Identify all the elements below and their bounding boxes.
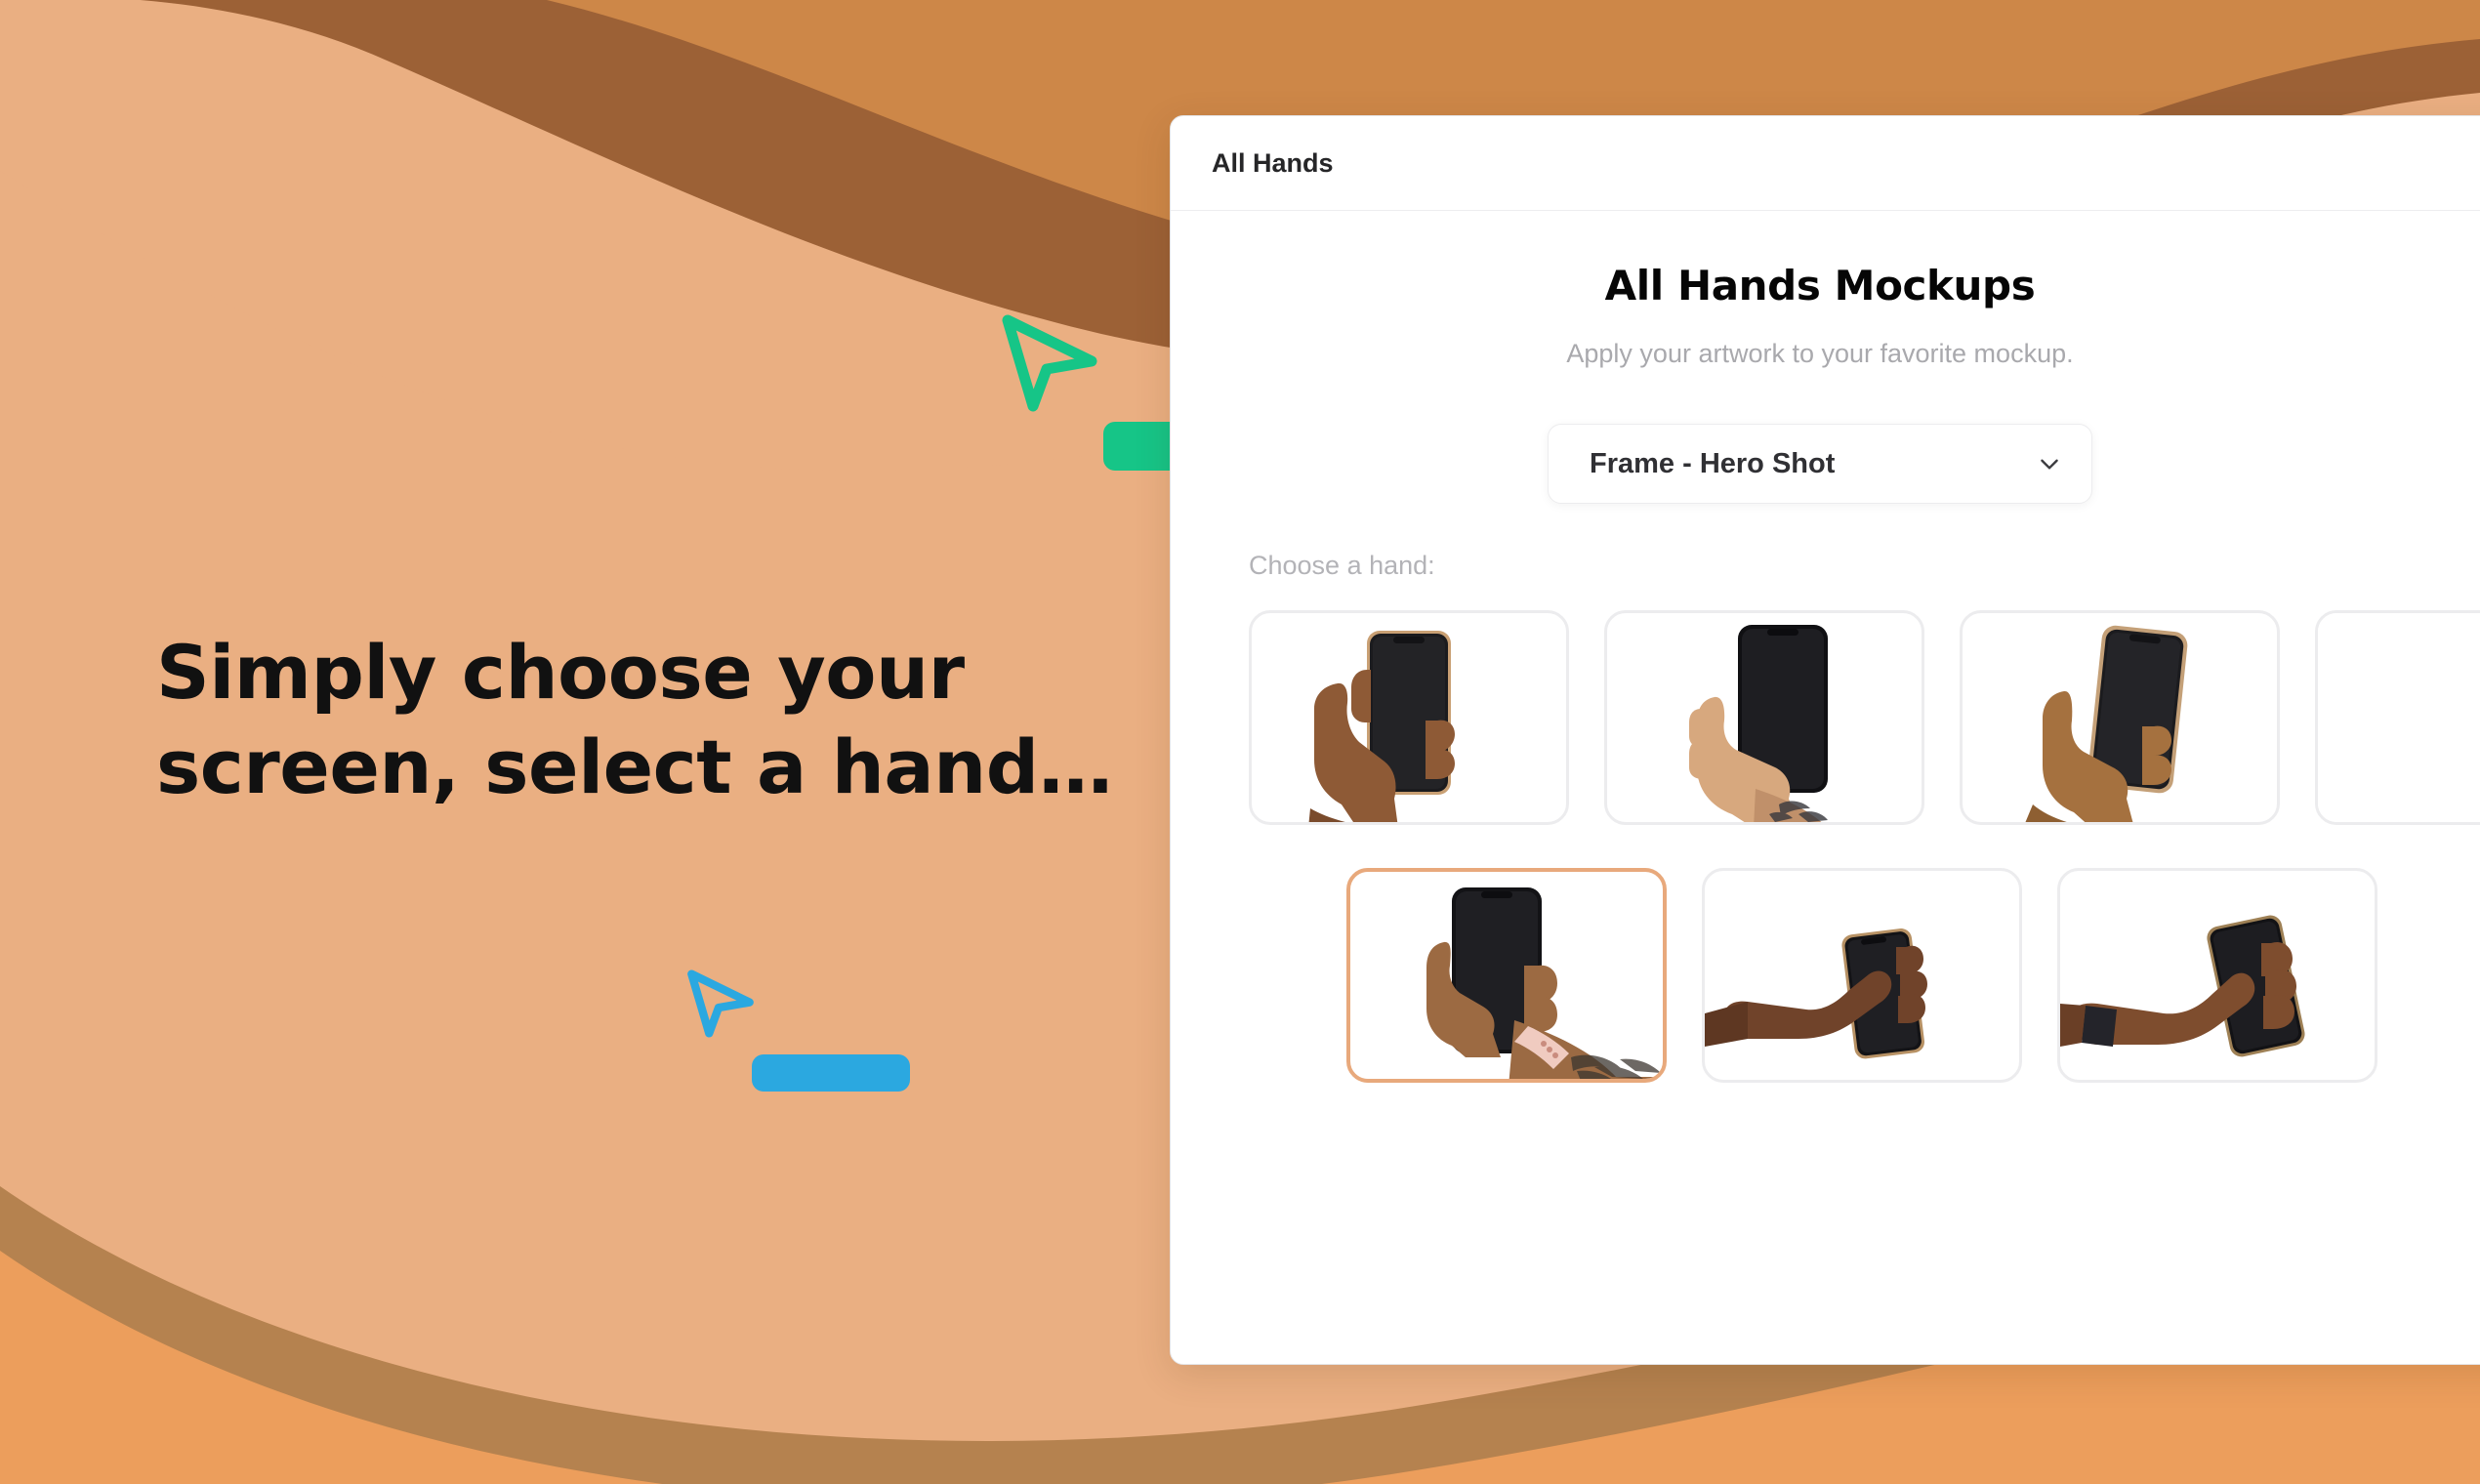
hand-thumb-1 — [1308, 631, 1455, 822]
cursor-green — [996, 314, 1330, 471]
hand-card-2[interactable] — [1604, 610, 1924, 825]
mockup-subtitle: Apply your artwork to your favorite mock… — [1566, 339, 2074, 368]
all-hands-panel: All Hands All Hands Mockups Apply your a… — [1170, 115, 2480, 1365]
hand-card-1[interactable] — [1249, 610, 1569, 825]
frame-select[interactable]: Frame - Hero Shot — [1548, 424, 2092, 504]
hand-thumb-3 — [2025, 625, 2188, 822]
panel-header: All Hands — [1171, 116, 2480, 211]
hand-thumb-4 — [2318, 613, 2480, 822]
hand-card-6[interactable] — [1702, 868, 2022, 1083]
hand-card-5[interactable] — [1346, 868, 1667, 1083]
cursor-blue-label — [752, 1054, 910, 1092]
hand-row-2 — [1346, 868, 2480, 1083]
frame-select-wrapper: Frame - Hero Shot — [1171, 424, 2480, 504]
hand-thumb-5 — [1426, 887, 1663, 1079]
hand-card-4[interactable] — [2315, 610, 2480, 825]
panel-body: All Hands Mockups Apply your artwork to … — [1171, 211, 2480, 1083]
choose-hand-label: Choose a hand: — [1249, 551, 1435, 580]
mockup-title: All Hands Mockups — [1604, 262, 2036, 309]
cursor-arrow-blue-icon — [687, 969, 754, 1038]
cursor-blue — [683, 969, 910, 1092]
hand-thumb-6 — [1705, 928, 1927, 1059]
hand-row-1 — [1249, 610, 2480, 825]
frame-select-value: Frame - Hero Shot — [1590, 447, 1836, 479]
cursor-arrow-green-icon — [1002, 314, 1097, 412]
chevron-down-icon — [2041, 459, 2058, 470]
hand-thumb-7 — [2060, 915, 2305, 1057]
hand-card-3[interactable] — [1960, 610, 2280, 825]
hand-thumb-2 — [1689, 625, 1828, 822]
page-headline: Simply choose your screen, select a hand… — [156, 629, 1113, 811]
screenshot-stage: Simply choose your screen, select a hand… — [0, 0, 2480, 1484]
panel-title: All Hands — [1212, 147, 1334, 178]
hand-card-7[interactable] — [2057, 868, 2377, 1083]
wristband — [2082, 1006, 2117, 1047]
